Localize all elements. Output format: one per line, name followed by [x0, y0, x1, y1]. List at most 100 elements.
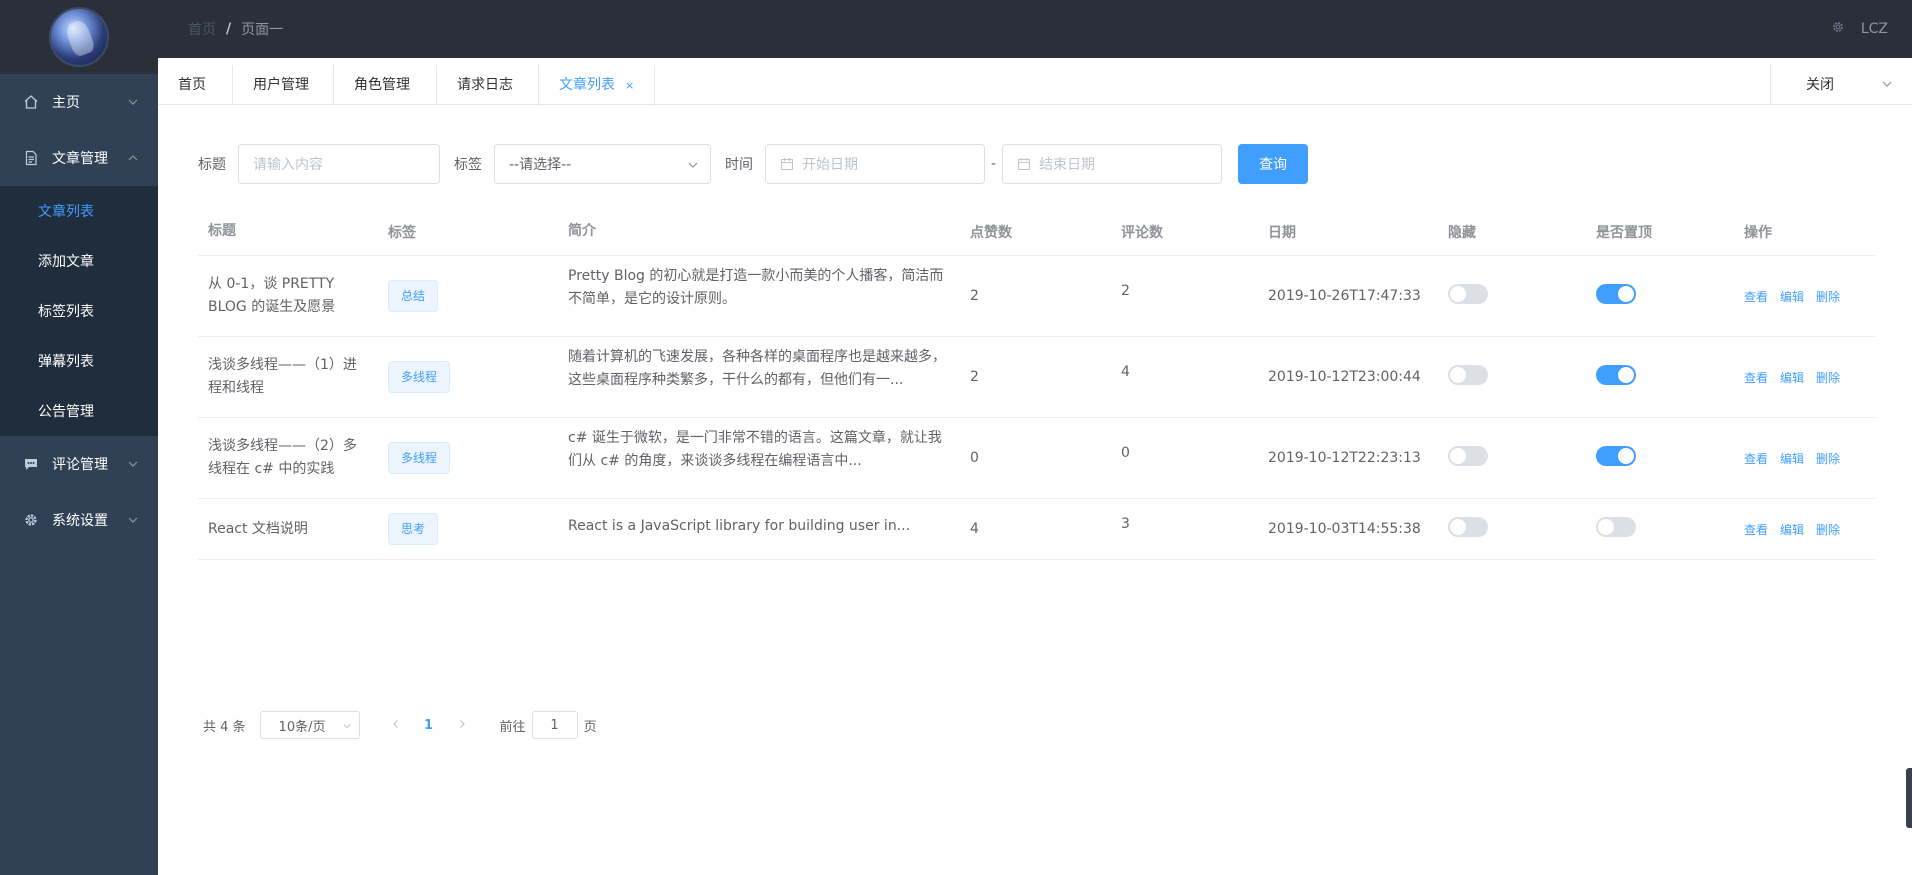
article-tag: 总结	[388, 280, 439, 312]
tab-user-management[interactable]: 用户管理	[232, 65, 329, 105]
breadcrumb-separator: /	[226, 21, 232, 37]
tab-home[interactable]: 首页	[158, 65, 226, 105]
ops-cell: 查看 编辑 删除	[1734, 288, 1876, 305]
articles-table: 标题 标签 简介 点赞数 评论数 日期 隐藏 是否置顶 操作 从 0-1，谈 P…	[198, 208, 1876, 560]
hidden-toggle[interactable]	[1448, 365, 1488, 385]
table-header: 标题 标签 简介 点赞数 评论数 日期 隐藏 是否置顶 操作	[198, 208, 1876, 256]
sidebar-item-danmaku-list[interactable]: 弹幕列表	[0, 336, 158, 386]
tab-label: 首页	[178, 77, 206, 93]
close-tabs-dropdown[interactable]: 关闭	[1770, 64, 1912, 105]
user-name[interactable]: LCZ	[1861, 21, 1888, 37]
filter-bar: 标题 请输入内容 标签 --请选择-- 时间 开始日期 - 结束日期 查询	[198, 144, 1309, 184]
home-icon	[22, 93, 40, 111]
sidebar-item-label: 评论管理	[52, 457, 108, 473]
query-button[interactable]: 查询	[1238, 144, 1309, 184]
article-likes: 2	[970, 369, 979, 385]
title-search-placeholder: 请输入内容	[253, 157, 323, 173]
tab-request-log[interactable]: 请求日志	[436, 65, 533, 105]
document-icon	[22, 149, 40, 167]
article-desc: Pretty Blog 的初心就是打造一款小而美的个人播客，简洁而不简单，是它的…	[568, 268, 944, 307]
chevron-right-icon	[459, 719, 465, 728]
tag-select[interactable]: --请选择--	[494, 144, 711, 184]
table-row: React 文档说明 思考 React is a JavaScript libr…	[198, 499, 1876, 560]
column-header: 标题	[208, 223, 236, 239]
sidebar-item-notice[interactable]: 公告管理	[0, 386, 158, 436]
article-comments: 0	[1121, 445, 1130, 461]
pin-top-toggle[interactable]	[1596, 517, 1636, 537]
chevron-up-icon	[128, 155, 138, 161]
chevron-down-icon	[1882, 81, 1892, 87]
view-button[interactable]: 查看	[1744, 523, 1768, 537]
hidden-toggle[interactable]	[1448, 517, 1488, 537]
scroll-handle[interactable]	[1906, 768, 1912, 828]
settings-icon[interactable]	[1831, 20, 1845, 38]
close-icon[interactable]: ×	[625, 79, 634, 92]
top-cell	[1586, 517, 1734, 541]
sidebar-item-articles[interactable]: 文章管理	[0, 130, 158, 186]
pin-top-toggle[interactable]	[1596, 284, 1636, 304]
edit-button[interactable]: 编辑	[1780, 290, 1804, 304]
view-button[interactable]: 查看	[1744, 371, 1768, 385]
tab-article-list[interactable]: 文章列表 ×	[538, 65, 656, 106]
sidebar-item-article-list[interactable]: 文章列表	[0, 186, 158, 236]
start-date-placeholder: 开始日期	[802, 157, 858, 173]
sidebar-item-add-article[interactable]: 添加文章	[0, 236, 158, 286]
article-date: 2019-10-03T14:55:38	[1268, 521, 1421, 537]
delete-button[interactable]: 删除	[1816, 452, 1840, 466]
next-page-button[interactable]	[448, 718, 476, 733]
goto-page-value: 1	[550, 717, 559, 733]
header-right: LCZ	[1831, 0, 1888, 58]
column-header: 隐藏	[1448, 224, 1476, 241]
edit-button[interactable]: 编辑	[1780, 371, 1804, 385]
prev-page-button[interactable]	[382, 718, 410, 733]
article-likes: 4	[970, 521, 979, 537]
tag-select-value: --请选择--	[509, 157, 572, 173]
article-title: 浅谈多线程——（2）多线程在 c# 中的实践	[208, 438, 357, 477]
ops-cell: 查看 编辑 删除	[1734, 450, 1876, 467]
goto-page-input[interactable]: 1	[531, 711, 578, 739]
pagination: 共 4 条 10条/页 1 前往 1 页	[203, 711, 597, 739]
delete-button[interactable]: 删除	[1816, 290, 1840, 304]
tag-cell: 多线程	[378, 442, 558, 474]
hidden-toggle[interactable]	[1448, 284, 1488, 304]
end-date-input[interactable]: 结束日期	[1002, 144, 1223, 184]
delete-button[interactable]: 删除	[1816, 523, 1840, 537]
article-desc: React is a JavaScript library for buildi…	[568, 517, 911, 534]
hidden-toggle[interactable]	[1448, 446, 1488, 466]
view-button[interactable]: 查看	[1744, 452, 1768, 466]
chevron-down-icon	[128, 517, 138, 523]
total-count: 共 4 条	[203, 719, 246, 735]
breadcrumb-home[interactable]: 首页	[188, 19, 216, 39]
sidebar-item-settings[interactable]: 系统设置	[0, 492, 158, 548]
top-cell	[1586, 446, 1734, 470]
page-suffix: 页	[583, 719, 597, 735]
pin-top-toggle[interactable]	[1596, 446, 1636, 466]
page-size-select[interactable]: 10条/页	[259, 711, 360, 739]
logo-area	[0, 0, 158, 74]
title-search-input[interactable]: 请输入内容	[238, 144, 440, 184]
sidebar-item-tag-list[interactable]: 标签列表	[0, 286, 158, 336]
sidebar-item-comments[interactable]: 评论管理	[0, 436, 158, 492]
column-header: 简介	[568, 223, 596, 239]
pin-top-toggle[interactable]	[1596, 365, 1636, 385]
start-date-input[interactable]: 开始日期	[765, 144, 985, 184]
tab-label: 用户管理	[253, 77, 309, 93]
time-filter-label: 时间	[725, 157, 753, 173]
edit-button[interactable]: 编辑	[1780, 523, 1804, 537]
tab-role-management[interactable]: 角色管理	[333, 65, 430, 105]
sidebar-item-label: 主页	[52, 95, 80, 111]
tag-cell: 多线程	[378, 361, 558, 393]
chevron-left-icon	[392, 719, 398, 728]
article-title: 从 0-1，谈 PRETTY BLOG 的诞生及愿景	[208, 276, 336, 315]
edit-button[interactable]: 编辑	[1780, 452, 1804, 466]
delete-button[interactable]: 删除	[1816, 371, 1840, 385]
article-title: 浅谈多线程——（1）进程和线程	[208, 357, 357, 396]
sidebar-item-label: 系统设置	[52, 513, 108, 529]
avatar[interactable]	[49, 7, 109, 67]
chevron-down-icon	[128, 461, 138, 467]
view-button[interactable]: 查看	[1744, 290, 1768, 304]
sidebar-item-home[interactable]: 主页	[0, 74, 158, 130]
article-date: 2019-10-26T17:47:33	[1268, 288, 1421, 304]
page-number-current[interactable]: 1	[410, 718, 448, 733]
article-comments: 2	[1121, 283, 1130, 299]
